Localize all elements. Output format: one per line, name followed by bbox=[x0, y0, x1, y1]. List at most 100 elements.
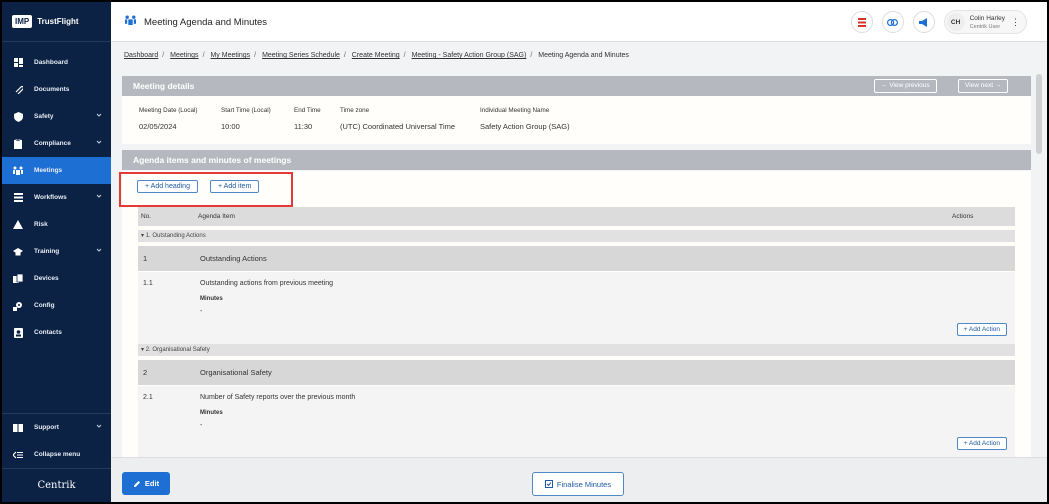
user-info: Colin Harley Centrik User bbox=[970, 14, 1005, 31]
sidebar-item-dashboard[interactable]: Dashboard bbox=[2, 49, 111, 76]
chevron-down-icon bbox=[96, 140, 102, 144]
add-action-label: Add Action bbox=[968, 326, 1000, 333]
page-title-text: Meeting Agenda and Minutes bbox=[144, 16, 268, 28]
highlight-annotation bbox=[119, 172, 293, 207]
kebab-menu-icon[interactable]: ⋮ bbox=[1011, 17, 1020, 28]
sidebar-nav: Dashboard Documents Safety Compliance Me… bbox=[2, 49, 111, 346]
devices-icon bbox=[13, 274, 23, 284]
field-label: Time zone bbox=[340, 107, 370, 114]
view-previous-button[interactable]: ← View previous bbox=[874, 79, 937, 93]
breadcrumb-current: Meeting Agenda and Minutes bbox=[538, 52, 629, 59]
brand[interactable]: IMP TrustFlight bbox=[2, 2, 111, 42]
agenda-section[interactable]: ▾ 1. Outstanding Actions bbox=[138, 230, 1015, 242]
brand-name: TrustFlight bbox=[37, 17, 79, 26]
agenda-section[interactable]: ▾ 2. Organisational Safety bbox=[138, 344, 1015, 356]
heading-text: Organisational Safety bbox=[200, 368, 272, 377]
agenda-heading-row[interactable]: 1 Outstanding Actions bbox=[138, 246, 1015, 271]
view-previous-label: View previous bbox=[889, 82, 930, 89]
field-value: Safety Action Group (SAG) bbox=[480, 122, 570, 131]
centrik-logo: Centrik bbox=[2, 468, 111, 502]
sidebar-item-meetings[interactable]: Meetings bbox=[2, 157, 111, 184]
sidebar-item-compliance[interactable]: Compliance bbox=[2, 130, 111, 157]
user-name: Colin Harley bbox=[969, 14, 1005, 22]
minutes-label: Minutes bbox=[200, 410, 223, 416]
sidebar-item-contacts[interactable]: Contacts bbox=[2, 319, 111, 346]
finalise-minutes-button[interactable]: Finalise Minutes bbox=[532, 472, 624, 496]
sidebar-item-config[interactable]: Config bbox=[2, 292, 111, 319]
add-action-button[interactable]: + Add Action bbox=[956, 437, 1007, 450]
item-number: 1.1 bbox=[143, 280, 153, 287]
edit-button[interactable]: Edit bbox=[122, 472, 170, 495]
breadcrumb-link-series-schedule[interactable]: Meeting Series Schedule bbox=[262, 52, 340, 59]
item-text: Outstanding actions from previous meetin… bbox=[200, 280, 334, 287]
section-label: 2. Organisational Safety bbox=[145, 347, 210, 353]
add-action-label: Add Action bbox=[968, 440, 1000, 447]
collapse-icon bbox=[13, 450, 23, 460]
heading-number: 1 bbox=[143, 254, 148, 263]
breadcrumb-link-create-meeting[interactable]: Create Meeting bbox=[352, 52, 400, 59]
user-menu[interactable]: CH Colin Harley Centrik User ⋮ bbox=[943, 10, 1027, 34]
minutes-label: Minutes bbox=[200, 296, 223, 302]
meeting-details-header: Meeting details ← View previous View nex… bbox=[122, 76, 1031, 96]
sidebar-item-label: Workflows bbox=[34, 194, 67, 201]
caret-down-icon: ▾ bbox=[141, 347, 145, 353]
notifications-button[interactable] bbox=[850, 11, 873, 33]
sidebar-item-risk[interactable]: Risk bbox=[2, 211, 111, 238]
heading-number: 2 bbox=[143, 368, 148, 377]
sidebar: IMP TrustFlight Dashboard Documents Safe… bbox=[2, 2, 111, 502]
book-icon bbox=[13, 423, 23, 433]
column-header-agenda-item: Agenda Item bbox=[198, 213, 235, 220]
section-label: 1. Outstanding Actions bbox=[145, 233, 206, 239]
item-number: 2.1 bbox=[143, 394, 153, 401]
meeting-details-title: Meeting details bbox=[133, 81, 195, 91]
sidebar-item-documents[interactable]: Documents bbox=[2, 76, 111, 103]
agenda-item-row[interactable]: 1.1 Outstanding actions from previous me… bbox=[138, 272, 1015, 344]
page-scrollbar[interactable] bbox=[1036, 74, 1042, 154]
sidebar-bottom: Support Collapse menu Centrik bbox=[2, 413, 111, 502]
breadcrumb-link-my-meetings[interactable]: My Meetings bbox=[210, 52, 250, 59]
add-action-button[interactable]: + Add Action bbox=[956, 323, 1007, 336]
sidebar-item-label: Safety bbox=[34, 113, 54, 120]
end-time-field: End Time 11:30 bbox=[294, 107, 321, 131]
sidebar-item-workflows[interactable]: Workflows bbox=[2, 184, 111, 211]
sidebar-item-label: Risk bbox=[34, 221, 48, 228]
breadcrumb-link-meetings[interactable]: Meetings bbox=[170, 52, 198, 59]
field-value: 10:00 bbox=[221, 122, 240, 131]
sidebar-item-training[interactable]: Training bbox=[2, 238, 111, 265]
link-button[interactable] bbox=[881, 11, 904, 33]
caret-down-icon: ▾ bbox=[141, 233, 145, 239]
list-alert-icon bbox=[857, 17, 866, 27]
sidebar-item-devices[interactable]: Devices bbox=[2, 265, 111, 292]
agenda-heading-row[interactable]: 2 Organisational Safety bbox=[138, 360, 1015, 385]
collapse-menu-button[interactable]: Collapse menu bbox=[2, 441, 111, 468]
minutes-value: - bbox=[200, 308, 203, 315]
warning-icon bbox=[13, 220, 23, 230]
agenda-title: Agenda items and minutes of meetings bbox=[133, 155, 292, 165]
meeting-icon bbox=[125, 15, 136, 29]
sidebar-item-support[interactable]: Support bbox=[2, 414, 111, 441]
agenda-table-header: No. Agenda Item Actions bbox=[138, 207, 1015, 226]
finalise-minutes-label: Finalise Minutes bbox=[556, 479, 612, 489]
meeting-name-field: Individual Meeting Name Safety Action Gr… bbox=[480, 107, 570, 131]
chevron-down-icon bbox=[96, 424, 102, 428]
breadcrumb-link-meeting[interactable]: Meeting - Safety Action Group (SAG) bbox=[412, 52, 527, 59]
header-actions: CH Colin Harley Centrik User ⋮ bbox=[842, 10, 1027, 34]
check-square-icon bbox=[544, 480, 553, 488]
edit-label: Edit bbox=[144, 479, 160, 488]
field-label: Individual Meeting Name bbox=[480, 107, 550, 114]
graduation-cap-icon bbox=[13, 247, 23, 257]
brand-logo: IMP bbox=[12, 15, 33, 28]
contacts-icon bbox=[13, 327, 23, 338]
top-header: Meeting Agenda and Minutes CH Colin Harl… bbox=[111, 2, 1047, 42]
collapse-menu-label: Collapse menu bbox=[34, 451, 81, 458]
config-icon bbox=[13, 301, 23, 311]
sidebar-item-safety[interactable]: Safety bbox=[2, 103, 111, 130]
chevron-down-icon bbox=[96, 113, 102, 117]
breadcrumb-link-dashboard[interactable]: Dashboard bbox=[124, 52, 158, 59]
chevron-down-icon bbox=[96, 194, 102, 198]
meeting-icon bbox=[13, 166, 23, 176]
sidebar-item-label: Meetings bbox=[34, 167, 63, 174]
announcements-button[interactable] bbox=[912, 11, 935, 33]
view-next-button[interactable]: View next → bbox=[958, 79, 1009, 93]
agenda-item-row[interactable]: 2.1 Number of Safety reports over the pr… bbox=[138, 386, 1015, 457]
